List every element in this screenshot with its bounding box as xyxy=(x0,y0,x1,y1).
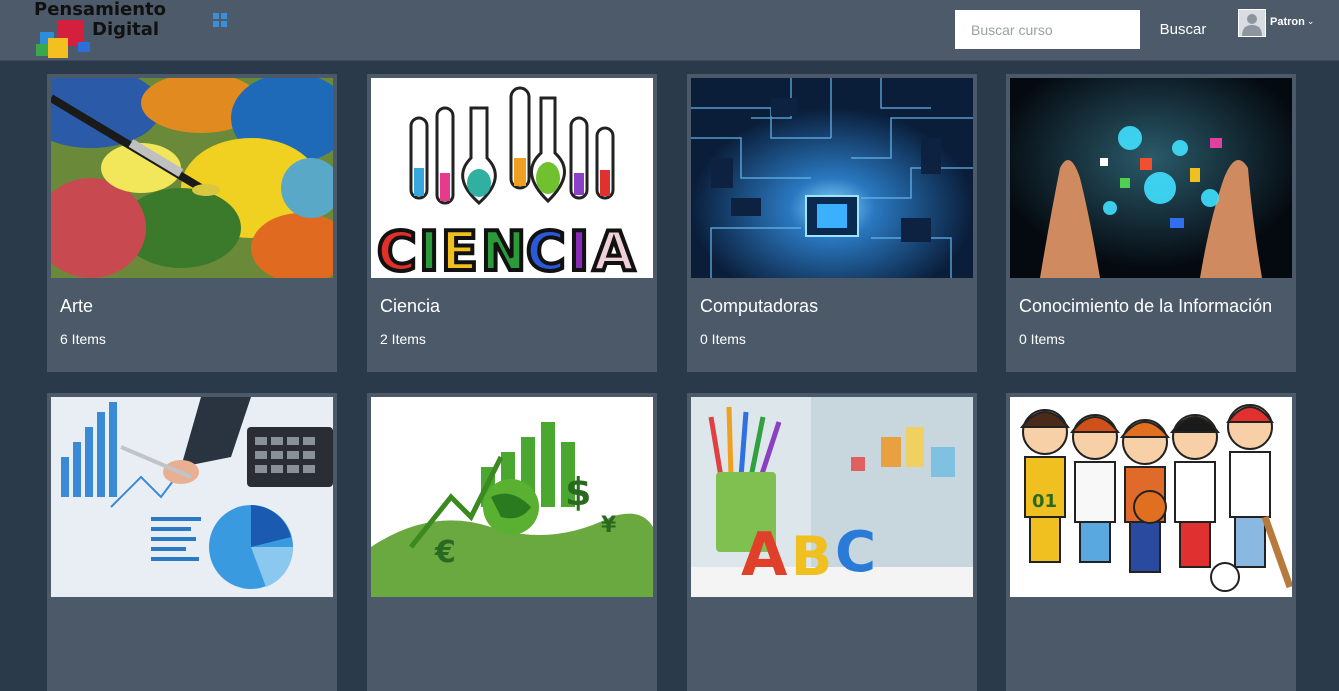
svg-text:$: $ xyxy=(565,470,591,514)
search-input[interactable] xyxy=(955,10,1140,49)
category-card-economia[interactable]: $ € ¥ xyxy=(367,393,657,691)
svg-text:I: I xyxy=(569,220,589,278)
circuit-board-image xyxy=(691,78,973,278)
category-count: 0 Items xyxy=(700,331,746,347)
category-count: 0 Items xyxy=(1019,331,1065,347)
category-title: Computadoras xyxy=(700,296,819,316)
logo-text: Pensamiento Digital xyxy=(34,0,166,40)
svg-text:01: 01 xyxy=(1032,491,1057,512)
category-count: 2 Items xyxy=(380,331,426,347)
site-logo[interactable]: Pensamiento Digital xyxy=(34,0,166,60)
category-count: 6 Items xyxy=(60,331,106,347)
category-title: Ciencia xyxy=(380,296,441,316)
svg-text:I: I xyxy=(419,220,439,278)
economy-globe-image: $ € ¥ xyxy=(371,397,653,597)
category-title: Conocimiento de la Información xyxy=(1019,296,1273,316)
logo-line2: Digital xyxy=(92,19,160,40)
paint-palette-image xyxy=(51,78,333,278)
category-card-computadoras[interactable]: Computadoras 0 Items xyxy=(687,74,977,372)
category-card-arte[interactable]: Arte 6 Items xyxy=(47,74,337,372)
ciencia-flasks-image: C I E N C I A xyxy=(371,78,653,278)
category-card-ciencia[interactable]: C I E N C I A Ciencia 2 Items xyxy=(367,74,657,372)
logo-line1: Pensamiento xyxy=(34,0,166,20)
category-title: Arte xyxy=(60,296,94,316)
category-card-conocimiento[interactable]: Conocimiento de la Información 0 Items xyxy=(1006,74,1296,372)
apps-grid-icon[interactable] xyxy=(213,13,227,27)
user-menu[interactable]: Patron ⌄ xyxy=(1238,9,1314,41)
svg-text:C: C xyxy=(526,220,566,278)
hands-information-image xyxy=(1010,78,1292,278)
svg-text:C: C xyxy=(835,520,876,585)
svg-text:€: € xyxy=(434,535,456,570)
svg-text:A: A xyxy=(741,520,788,590)
svg-text:¥: ¥ xyxy=(601,513,617,538)
user-silhouette-icon xyxy=(1239,10,1265,36)
category-card-deportes[interactable]: 01 xyxy=(1006,393,1296,691)
top-navbar: Pensamiento Digital Buscar Patron ⌄ xyxy=(0,0,1339,60)
abc-pencils-image: A B C xyxy=(691,397,973,597)
avatar xyxy=(1238,9,1266,37)
business-charts-image xyxy=(51,397,333,597)
category-card-business[interactable] xyxy=(47,393,337,691)
kids-sports-image: 01 xyxy=(1010,397,1292,597)
chevron-down-icon: ⌄ xyxy=(1306,16,1315,26)
svg-text:N: N xyxy=(481,220,526,278)
svg-text:B: B xyxy=(791,525,832,588)
svg-text:E: E xyxy=(441,220,478,278)
search-button[interactable]: Buscar xyxy=(1150,10,1216,49)
user-name: Patron xyxy=(1270,16,1305,28)
svg-text:A: A xyxy=(593,220,635,278)
svg-text:C: C xyxy=(377,220,417,278)
category-card-educacion[interactable]: A B C xyxy=(687,393,977,691)
